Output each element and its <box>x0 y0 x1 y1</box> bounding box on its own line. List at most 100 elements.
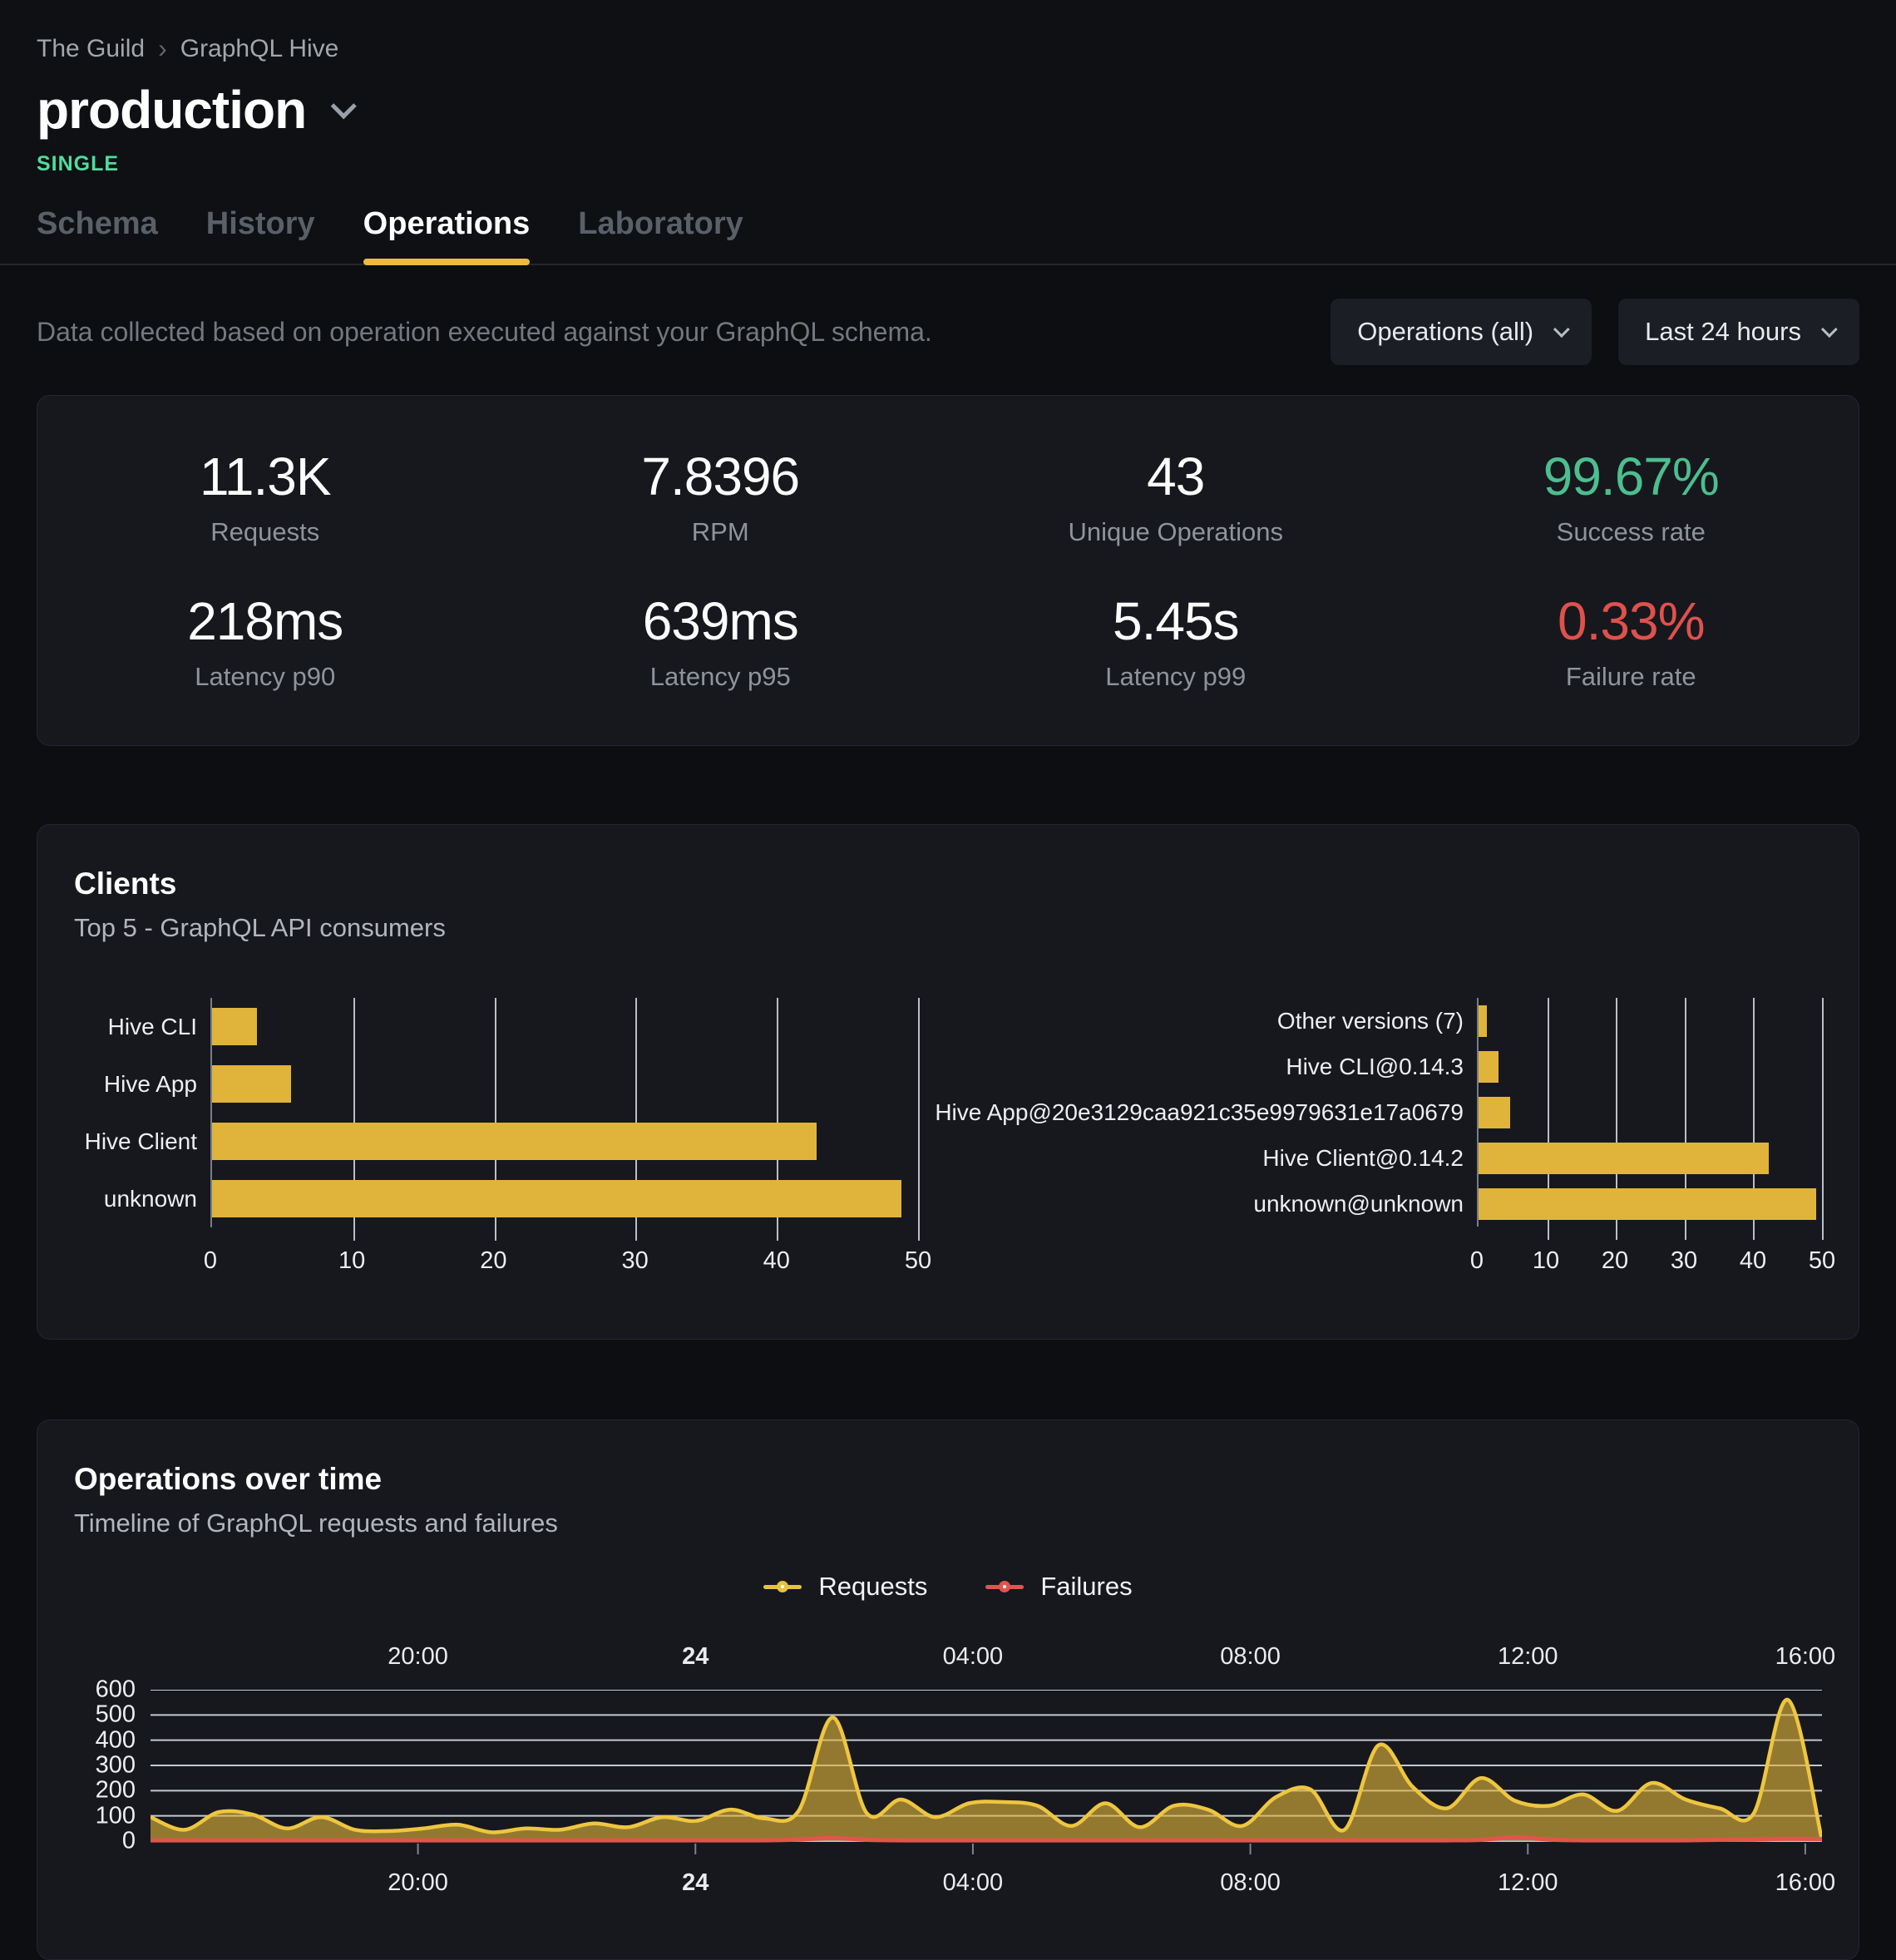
legend-item-requests[interactable]: Requests <box>763 1572 927 1602</box>
y-tick-label: 600 <box>96 1676 136 1704</box>
y-tick-label: 200 <box>96 1777 136 1804</box>
stat-label: Latency p95 <box>493 662 949 692</box>
y-tick-label: 300 <box>96 1752 136 1780</box>
stat-failure-rate: 0.33% Failure rate <box>1404 590 1859 692</box>
tab-schema[interactable]: Schema <box>37 206 158 264</box>
stat-label: Requests <box>37 517 493 547</box>
clients-title: Clients <box>74 866 1822 901</box>
x-tick-label: 12:00 <box>1498 1643 1558 1671</box>
bar-row <box>212 1113 918 1170</box>
x-tick-label: 12:00 <box>1498 1869 1558 1897</box>
gridline <box>918 998 920 1241</box>
bar-chart-plot <box>1477 998 1822 1227</box>
operations-over-time-card: Operations over time Timeline of GraphQL… <box>37 1419 1859 1960</box>
bar <box>1479 1188 1816 1220</box>
bar-chart-labels: Other versions (7)Hive CLI@0.14.3Hive Ap… <box>978 998 1477 1227</box>
x-tick-label: 30 <box>1671 1247 1697 1275</box>
stat-value: 0.33% <box>1404 590 1859 652</box>
stat-label: Latency p90 <box>37 662 493 692</box>
page-title: production <box>37 79 306 141</box>
x-tick-label: 20 <box>1602 1247 1628 1275</box>
bar-row <box>1479 1181 1822 1227</box>
page-description: Data collected based on operation execut… <box>37 317 1304 348</box>
x-tick-label: 08:00 <box>1220 1643 1281 1671</box>
timeline-spacer <box>74 1856 151 1901</box>
stat-value: 43 <box>948 446 1404 507</box>
timeline-title: Operations over time <box>74 1462 1822 1497</box>
timeline-y-axis: 0100200300400500600 <box>74 1690 151 1841</box>
bar-chart-x-axis: 01020304050 <box>1477 1247 1822 1281</box>
stat-value: 7.8396 <box>493 446 949 507</box>
stat-rpm: 7.8396RPM <box>493 446 949 547</box>
timeline-svg <box>151 1690 1822 1856</box>
x-tick-label: 20 <box>480 1247 506 1275</box>
breadcrumb-item[interactable]: GraphQL Hive <box>180 35 339 63</box>
x-tick-label: 10 <box>1533 1247 1559 1275</box>
main-content: Data collected based on operation execut… <box>0 299 1896 1960</box>
time-range-dropdown[interactable]: Last 24 hours <box>1618 299 1859 365</box>
x-tick-label: 16:00 <box>1775 1869 1836 1897</box>
bar-category-label: unknown <box>74 1170 210 1227</box>
bar-category-label: Hive App <box>74 1055 210 1113</box>
stat-value: 99.67% <box>1404 446 1859 507</box>
timeline-top-axis: 20:002404:0008:0012:0016:00 <box>151 1643 1822 1675</box>
bar-category-label: Other versions (7) <box>978 998 1477 1044</box>
x-tick-label: 24 <box>682 1643 709 1671</box>
x-tick-label: 04:00 <box>943 1643 1004 1671</box>
tab-laboratory[interactable]: Laboratory <box>578 206 743 264</box>
tab-operations[interactable]: Operations <box>363 206 531 264</box>
bar <box>212 1123 817 1160</box>
x-tick-label: 24 <box>682 1869 709 1897</box>
chevron-down-icon <box>1553 321 1570 338</box>
legend-dot-icon <box>777 1581 788 1592</box>
operations-filter-label: Operations (all) <box>1357 317 1533 347</box>
bar <box>212 1065 291 1103</box>
breadcrumb-item[interactable]: The Guild <box>37 35 145 63</box>
bar-category-label: Hive CLI <box>74 998 210 1055</box>
time-range-label: Last 24 hours <box>1645 317 1801 347</box>
timeline-plot <box>151 1690 1822 1856</box>
y-tick-label: 500 <box>96 1701 136 1729</box>
breadcrumb-separator: › <box>158 33 167 64</box>
x-tick-label: 10 <box>338 1247 365 1275</box>
stat-requests: 11.3K Requests <box>37 446 493 547</box>
bar-category-label: Hive Client <box>74 1113 210 1170</box>
x-tick-label: 0 <box>204 1247 217 1275</box>
bar <box>212 1008 257 1045</box>
bar <box>1479 1097 1510 1128</box>
bar <box>1479 1051 1499 1083</box>
bar-category-label: unknown@unknown <box>978 1181 1477 1227</box>
operations-filter-dropdown[interactable]: Operations (all) <box>1331 299 1592 365</box>
tab-bar: Schema History Operations Laboratory <box>37 206 1859 264</box>
bar-chart-plot <box>210 998 918 1227</box>
breadcrumb: The Guild › GraphQL Hive <box>37 33 1859 64</box>
stat-latency-p90: 218msLatency p90 <box>37 590 493 692</box>
stat-value: 5.45s <box>948 590 1404 652</box>
gridline <box>1822 998 1824 1240</box>
bar-category-label: Hive App@20e3129caa921c35e9979631e17a067… <box>978 1089 1477 1135</box>
stat-latency-p95: 639msLatency p95 <box>493 590 949 692</box>
bar-row <box>1479 1135 1822 1181</box>
x-tick-label: 50 <box>905 1247 931 1275</box>
stat-success-rate: 99.67% Success rate <box>1404 446 1859 547</box>
page-header: The Guild›GraphQL Hive production SINGLE… <box>0 0 1896 265</box>
stat-label: Failure rate <box>1404 662 1859 692</box>
bar-row <box>1479 1044 1822 1089</box>
clients-by-version-chart: Other versions (7)Hive CLI@0.14.3Hive Ap… <box>978 998 1822 1281</box>
stat-value: 11.3K <box>37 446 493 507</box>
y-tick-label: 0 <box>122 1828 136 1855</box>
stat-label: Success rate <box>1404 517 1859 547</box>
bar-row <box>212 998 918 1055</box>
bar-category-label: Hive Client@0.14.2 <box>978 1135 1477 1181</box>
timeline-bottom-axis: 20:002404:0008:0012:0016:00 <box>151 1869 1822 1901</box>
stats-panel: 11.3KRequests7.8396RPM43Unique Operation… <box>37 395 1859 746</box>
tab-history[interactable]: History <box>206 206 315 264</box>
legend-item-failures[interactable]: Failures <box>985 1572 1132 1602</box>
clients-by-name-chart: Hive CLIHive AppHive Clientunknown010203… <box>74 998 918 1281</box>
clients-subtitle: Top 5 - GraphQL API consumers <box>74 913 1822 943</box>
bar-row <box>212 1170 918 1227</box>
clients-charts-row: Hive CLIHive AppHive Clientunknown 0 10 20 3… <box>74 998 1822 1281</box>
bar-row <box>1479 998 1822 1044</box>
chevron-down-icon[interactable] <box>331 93 357 119</box>
x-tick-label: 16:00 <box>1775 1643 1836 1671</box>
